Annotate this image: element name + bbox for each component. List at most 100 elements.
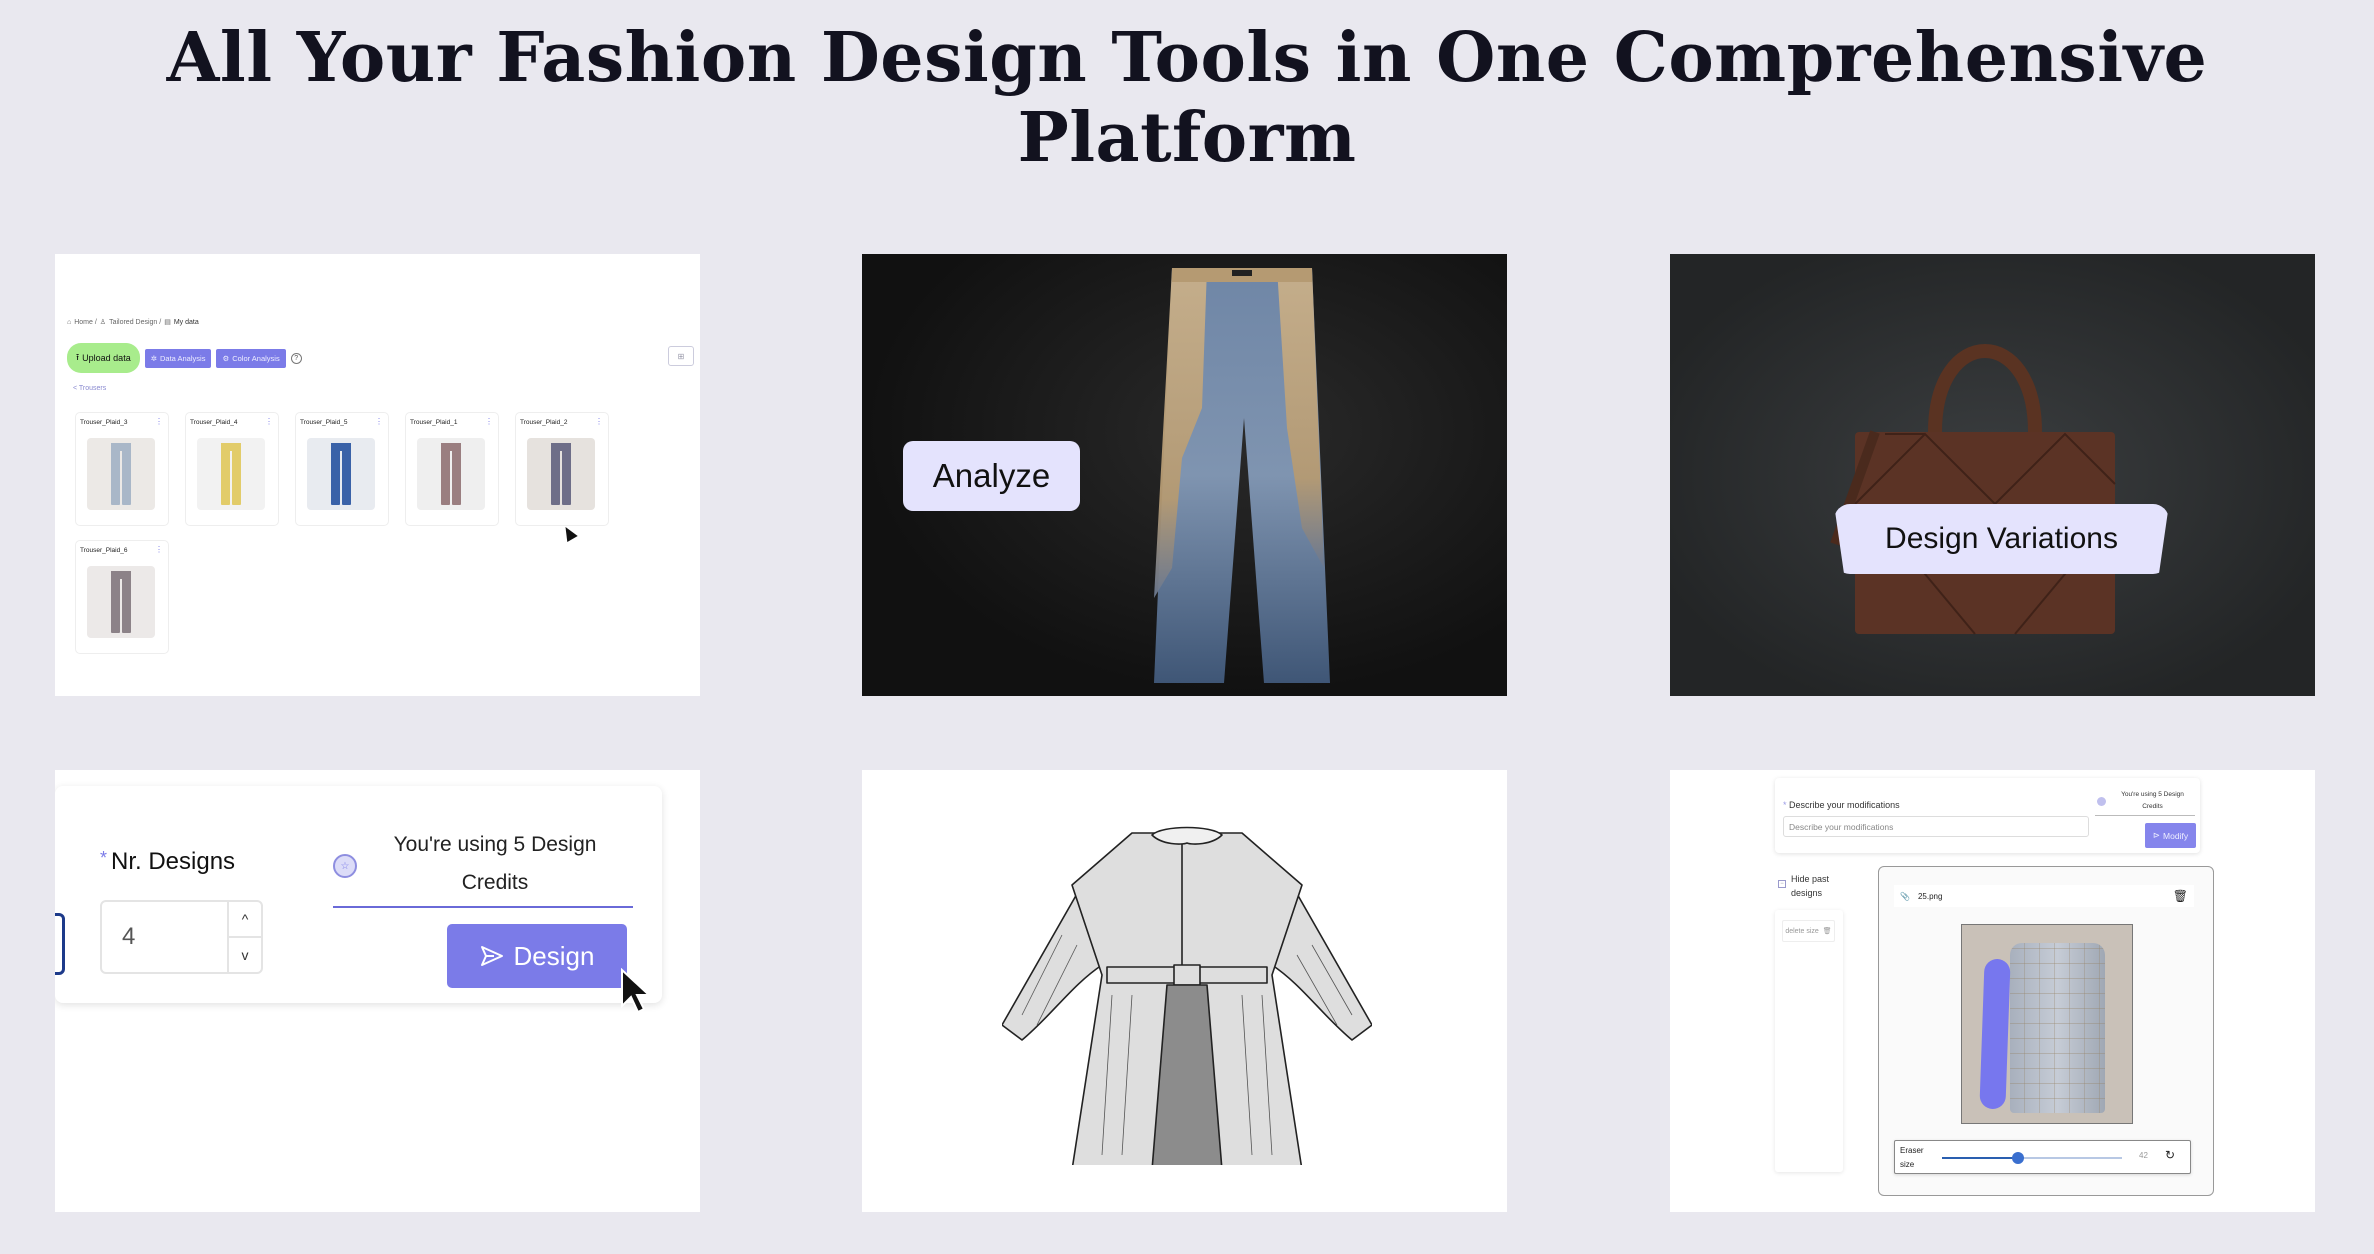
required-mark: *: [100, 848, 108, 868]
trouser-item-card[interactable]: Trouser_Plaid_2 ⋮: [515, 412, 609, 526]
trouser-item-name: Trouser_Plaid_2: [520, 419, 568, 426]
trash-icon: 🗑: [1822, 928, 1832, 935]
delete-size-label: delete size: [1785, 927, 1819, 935]
modifications-input[interactable]: Describe your modifications: [1783, 816, 2089, 837]
card-design-variations: Design Variations: [1670, 254, 2315, 696]
trouser-thumbnail: [417, 438, 485, 510]
trouser-item-card[interactable]: Trouser_Plaid_5 ⋮: [295, 412, 389, 526]
nr-designs-label: * Nr. Designs: [100, 848, 235, 876]
trouser-thumbnail: [197, 438, 265, 510]
trousers-image: [551, 443, 571, 505]
card-analyze: Analyze: [862, 254, 1507, 696]
modifications-label-text: Describe your modifications: [1789, 800, 1900, 810]
back-to-trousers-link[interactable]: < Trousers: [73, 385, 106, 392]
breadcrumb-home[interactable]: Home /: [74, 319, 97, 326]
eraser-size-slider[interactable]: [1942, 1152, 2122, 1164]
credit-coin-icon: ☆: [333, 854, 357, 878]
modify-button[interactable]: ⊳ Modify: [2145, 823, 2196, 848]
color-analysis-button[interactable]: ⚙ Color Analysis: [216, 348, 286, 368]
more-options-icon[interactable]: ⋮: [155, 417, 163, 426]
trousers-image: [331, 443, 351, 505]
breadcrumb: ⌂ Home / ♙ Tailored Design / ▤ My data: [67, 318, 199, 327]
increment-button[interactable]: ^: [229, 902, 261, 936]
trouser-item-name: Trouser_Plaid_5: [300, 419, 348, 426]
credit-coin-icon: [2097, 797, 2106, 806]
more-options-icon[interactable]: ⋮: [265, 417, 273, 426]
color-analysis-label: Color Analysis: [232, 353, 280, 363]
trouser-item-card[interactable]: Trouser_Plaid_4 ⋮: [185, 412, 279, 526]
trousers-image: [111, 571, 131, 633]
credits-divider: [2095, 815, 2195, 816]
slider-fill: [1942, 1157, 2018, 1159]
shirt-photo-canvas[interactable]: [1961, 924, 2133, 1124]
trouser-item-name: Trouser_Plaid_3: [80, 419, 128, 426]
design-form-panel: * Nr. Designs 4 ^ v ☆ You're using 5 Desi…: [55, 786, 662, 1014]
distressed-jeans-image: [1154, 268, 1330, 683]
send-icon: ⊳: [2152, 830, 2161, 840]
trouser-item-name: Trouser_Plaid_6: [80, 547, 128, 554]
decrement-button[interactable]: v: [229, 936, 261, 972]
design-button[interactable]: Design: [447, 924, 627, 988]
eraser-size-control: Eraser size 42 ↻: [1894, 1140, 2191, 1174]
mouse-cursor-icon: [621, 968, 652, 1014]
upload-icon: ⭱: [76, 352, 80, 362]
data-analysis-button[interactable]: ✲ Data Analysis: [144, 348, 212, 368]
more-options-icon[interactable]: ⋮: [375, 417, 383, 426]
file-row: 📎 25.png 🗑: [1894, 885, 2194, 907]
credits-info-text: You're using 5 Design Credits: [393, 833, 597, 894]
trouser-thumbnail: [87, 566, 155, 638]
analyze-label-pill: Analyze: [903, 441, 1080, 511]
upload-data-label: Upload data: [82, 353, 131, 363]
palette-icon: ⚙: [222, 353, 230, 363]
upload-data-button[interactable]: ⭱ Upload data: [67, 343, 140, 373]
collapse-checkbox-icon[interactable]: −: [1778, 880, 1786, 888]
help-icon[interactable]: ?: [290, 352, 302, 364]
image-editor: 📎 25.png 🗑 Eraser size 42 ↻: [1878, 866, 2214, 1196]
focused-input-fragment[interactable]: [55, 913, 65, 975]
trousers-image: [111, 443, 131, 505]
grid-view-button[interactable]: ⊞: [668, 346, 694, 366]
design-icon: ♙: [99, 319, 107, 326]
trousers-image: [221, 443, 241, 505]
more-options-icon[interactable]: ⋮: [155, 545, 163, 554]
design-button-label: Design: [513, 940, 595, 971]
file-name: 25.png: [1917, 891, 1943, 901]
slider-thumb[interactable]: [2011, 1152, 2024, 1164]
trouser-thumbnail: [527, 438, 595, 510]
magic-wand-icon: ✲: [150, 353, 157, 363]
more-options-icon[interactable]: ⋮: [595, 417, 603, 426]
trouser-item-name: Trouser_Plaid_1: [410, 419, 458, 426]
credits-divider: [333, 906, 633, 908]
page-title: All Your Fashion Design Tools in One Com…: [166, 18, 2208, 178]
trousers-image: [441, 443, 461, 505]
home-icon: ⌂: [67, 318, 72, 326]
card-upload-data: ⌂ Home / ♙ Tailored Design / ▤ My data ⭱…: [55, 254, 700, 696]
trouser-item-name: Trouser_Plaid_4: [190, 419, 238, 426]
trouser-thumbnail: [307, 438, 375, 510]
toolbar: ⭱ Upload data ✲ Data Analysis ⚙ Color An…: [67, 343, 302, 373]
mask-brush-stroke: [1979, 958, 2011, 1110]
trouser-item-card[interactable]: Trouser_Plaid_6 ⋮: [75, 540, 169, 654]
more-options-icon[interactable]: ⋮: [485, 417, 493, 426]
nr-designs-label-text: Nr. Designs: [111, 848, 236, 875]
modify-form-panel: * Describe your modifications Describe y…: [1775, 778, 2200, 853]
trouser-item-card[interactable]: Trouser_Plaid_3 ⋮: [75, 412, 169, 526]
trouser-item-card[interactable]: Trouser_Plaid_1 ⋮: [405, 412, 499, 526]
delete-size-button[interactable]: delete size 🗑: [1782, 920, 1835, 942]
eraser-size-value: 42: [2139, 1151, 2148, 1160]
coat-flat-sketch-image: [1002, 826, 1372, 1165]
nr-designs-value[interactable]: 4: [102, 902, 227, 972]
modify-button-label: Modify: [2163, 830, 2189, 841]
delete-file-icon[interactable]: 🗑: [2173, 889, 2188, 903]
breadcrumb-tailored-design[interactable]: Tailored Design /: [109, 319, 161, 326]
past-designs-panel: delete size 🗑: [1775, 910, 1843, 1172]
reset-icon[interactable]: ↻: [2165, 1148, 2175, 1162]
grid-icon: ⊞: [677, 351, 685, 361]
data-analysis-label: Data Analysis: [160, 353, 206, 363]
trouser-grid: Trouser_Plaid_3 ⋮ Trouser_Plaid_4 ⋮ Trouser_…: [75, 412, 609, 654]
nr-designs-stepper[interactable]: 4 ^ v: [100, 900, 263, 974]
hide-past-designs-toggle[interactable]: − Hide past designs: [1778, 872, 1841, 900]
card-modify-design: * Describe your modifications Describe y…: [1670, 770, 2315, 1212]
required-mark: *: [1783, 800, 1787, 810]
paperclip-icon: 📎: [1900, 891, 1910, 901]
